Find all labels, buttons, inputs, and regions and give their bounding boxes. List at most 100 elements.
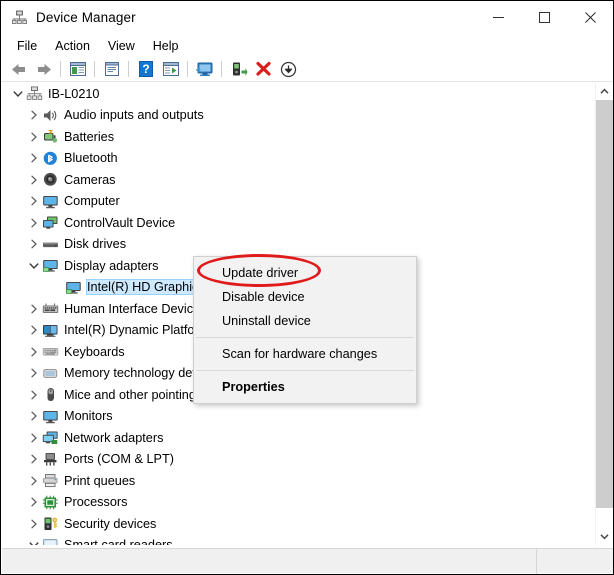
tree-item-monitors[interactable]: Monitors	[2, 406, 597, 428]
maximize-button[interactable]	[521, 1, 567, 34]
disk-drive-icon	[43, 242, 58, 247]
tree-item-batteries[interactable]: Batteries	[2, 126, 597, 148]
menu-action[interactable]: Action	[46, 37, 99, 55]
toolbar-separator	[60, 61, 61, 77]
chevron-right-icon[interactable]	[26, 476, 41, 486]
help-button[interactable]: ?	[133, 58, 158, 80]
menu-help[interactable]: Help	[144, 37, 188, 55]
toolbar: ?	[1, 57, 613, 82]
context-menu-item-disable-device[interactable]: Disable device	[194, 285, 416, 309]
context-menu-item-update-driver[interactable]: Update driver	[194, 261, 416, 285]
chevron-right-icon	[30, 497, 37, 507]
tree-item-label: IB-L0210	[48, 86, 100, 101]
chevron-right-icon[interactable]	[26, 196, 41, 206]
intel-platform-icon	[41, 322, 60, 339]
chevron-down-icon[interactable]	[26, 541, 41, 545]
monitor-icon	[41, 408, 60, 425]
chevron-right-icon[interactable]	[26, 454, 41, 464]
battery-icon	[44, 130, 58, 143]
tree-item-security-devices[interactable]: Security devices	[2, 513, 597, 535]
chevron-right-icon	[30, 390, 37, 400]
view-button[interactable]	[158, 58, 183, 80]
chevron-right-icon[interactable]	[26, 347, 41, 357]
mouse-icon	[41, 386, 60, 403]
back-button[interactable]	[6, 58, 31, 80]
chevron-right-icon[interactable]	[26, 368, 41, 378]
properties-icon	[104, 62, 119, 76]
tree-item-audio-inputs-and-outputs[interactable]: Audio inputs and outputs	[2, 105, 597, 127]
chevron-right-icon	[30, 196, 37, 206]
chevron-right-icon	[30, 454, 37, 464]
chevron-right-icon[interactable]	[26, 175, 41, 185]
chevron-down-icon[interactable]	[10, 90, 25, 98]
chevron-right-icon[interactable]	[26, 218, 41, 228]
show-hide-console-tree-icon	[69, 62, 86, 76]
close-button[interactable]	[567, 1, 613, 34]
context-menu-separator	[196, 337, 414, 338]
context-menu[interactable]: Update driver Disable device Uninstall dev…	[193, 256, 417, 404]
disk-drive-icon	[41, 236, 60, 253]
camera-icon	[41, 171, 60, 188]
tree-item-smart-card-readers[interactable]: Smart card readers	[2, 535, 597, 545]
tree-item-cameras[interactable]: Cameras	[2, 169, 597, 191]
context-menu-item-properties[interactable]: Properties	[194, 375, 416, 399]
chevron-down-icon[interactable]	[26, 262, 41, 270]
chevron-right-icon[interactable]	[26, 519, 41, 529]
device-manager-icon	[10, 9, 28, 27]
scroll-up-button[interactable]	[596, 83, 613, 100]
chevron-right-icon	[30, 110, 37, 120]
tree-item-computer[interactable]: Computer	[2, 191, 597, 213]
chevron-right-icon[interactable]	[26, 132, 41, 142]
hid-icon	[42, 303, 59, 314]
tree-item-network-adapters[interactable]: Network adapters	[2, 427, 597, 449]
chevron-right-icon[interactable]	[26, 239, 41, 249]
monitor-icon	[43, 195, 58, 208]
chevron-right-icon[interactable]	[26, 497, 41, 507]
chevron-right-icon[interactable]	[26, 110, 41, 120]
speaker-icon	[44, 109, 57, 121]
menu-file[interactable]: File	[8, 37, 46, 55]
display-adapter-icon	[64, 279, 83, 296]
display-adapter-icon	[66, 281, 81, 294]
vertical-scrollbar[interactable]	[595, 83, 613, 545]
forward-button[interactable]	[31, 58, 56, 80]
context-menu-item-scan-for-hardware-changes[interactable]: Scan for hardware changes	[194, 342, 416, 366]
tree-item-label: Security devices	[64, 516, 157, 531]
keyboard-icon	[41, 343, 60, 360]
chevron-right-icon[interactable]	[26, 304, 41, 314]
tree-item-bluetooth[interactable]: Bluetooth	[2, 148, 597, 170]
chevron-right-icon	[30, 218, 37, 228]
tree-item-disk-drives[interactable]: Disk drives	[2, 234, 597, 256]
chevron-right-icon[interactable]	[26, 153, 41, 163]
tree-item-controlvault-device[interactable]: ControlVault Device	[2, 212, 597, 234]
tree-item-processors[interactable]: Processors	[2, 492, 597, 514]
chevron-right-icon[interactable]	[26, 325, 41, 335]
context-menu-item-uninstall-device[interactable]: Uninstall device	[194, 309, 416, 333]
scrollbar-thumb[interactable]	[596, 100, 613, 508]
scrollbar-track[interactable]	[596, 100, 613, 528]
scroll-down-button[interactable]	[596, 528, 613, 545]
tree-item-ports-com-lpt[interactable]: Ports (COM & LPT)	[2, 449, 597, 471]
intel-platform-icon	[43, 324, 58, 337]
chevron-right-icon[interactable]	[26, 411, 41, 421]
minimize-button[interactable]	[475, 1, 521, 34]
chevron-right-icon[interactable]	[26, 390, 41, 400]
close-icon	[584, 12, 596, 23]
uninstall-device-button[interactable]	[251, 58, 276, 80]
disable-device-button[interactable]	[276, 58, 301, 80]
update-driver-button[interactable]	[226, 58, 251, 80]
tree-item-label: Audio inputs and outputs	[64, 108, 204, 123]
scan-for-hardware-changes-button[interactable]	[192, 58, 217, 80]
show-hide-console-tree-button[interactable]	[65, 58, 90, 80]
tree-item-print-queues[interactable]: Print queues	[2, 470, 597, 492]
forward-icon	[37, 63, 51, 75]
uninstall-device-icon	[256, 61, 271, 76]
tree-item-ib-l0210[interactable]: IB-L0210	[2, 83, 597, 105]
chevron-right-icon[interactable]	[26, 433, 41, 443]
window-controls	[475, 1, 613, 34]
disable-device-icon	[280, 61, 297, 77]
properties-button[interactable]	[99, 58, 124, 80]
battery-icon	[41, 128, 60, 145]
menu-view[interactable]: View	[99, 37, 144, 55]
tree-item-label: Keyboards	[64, 344, 125, 359]
